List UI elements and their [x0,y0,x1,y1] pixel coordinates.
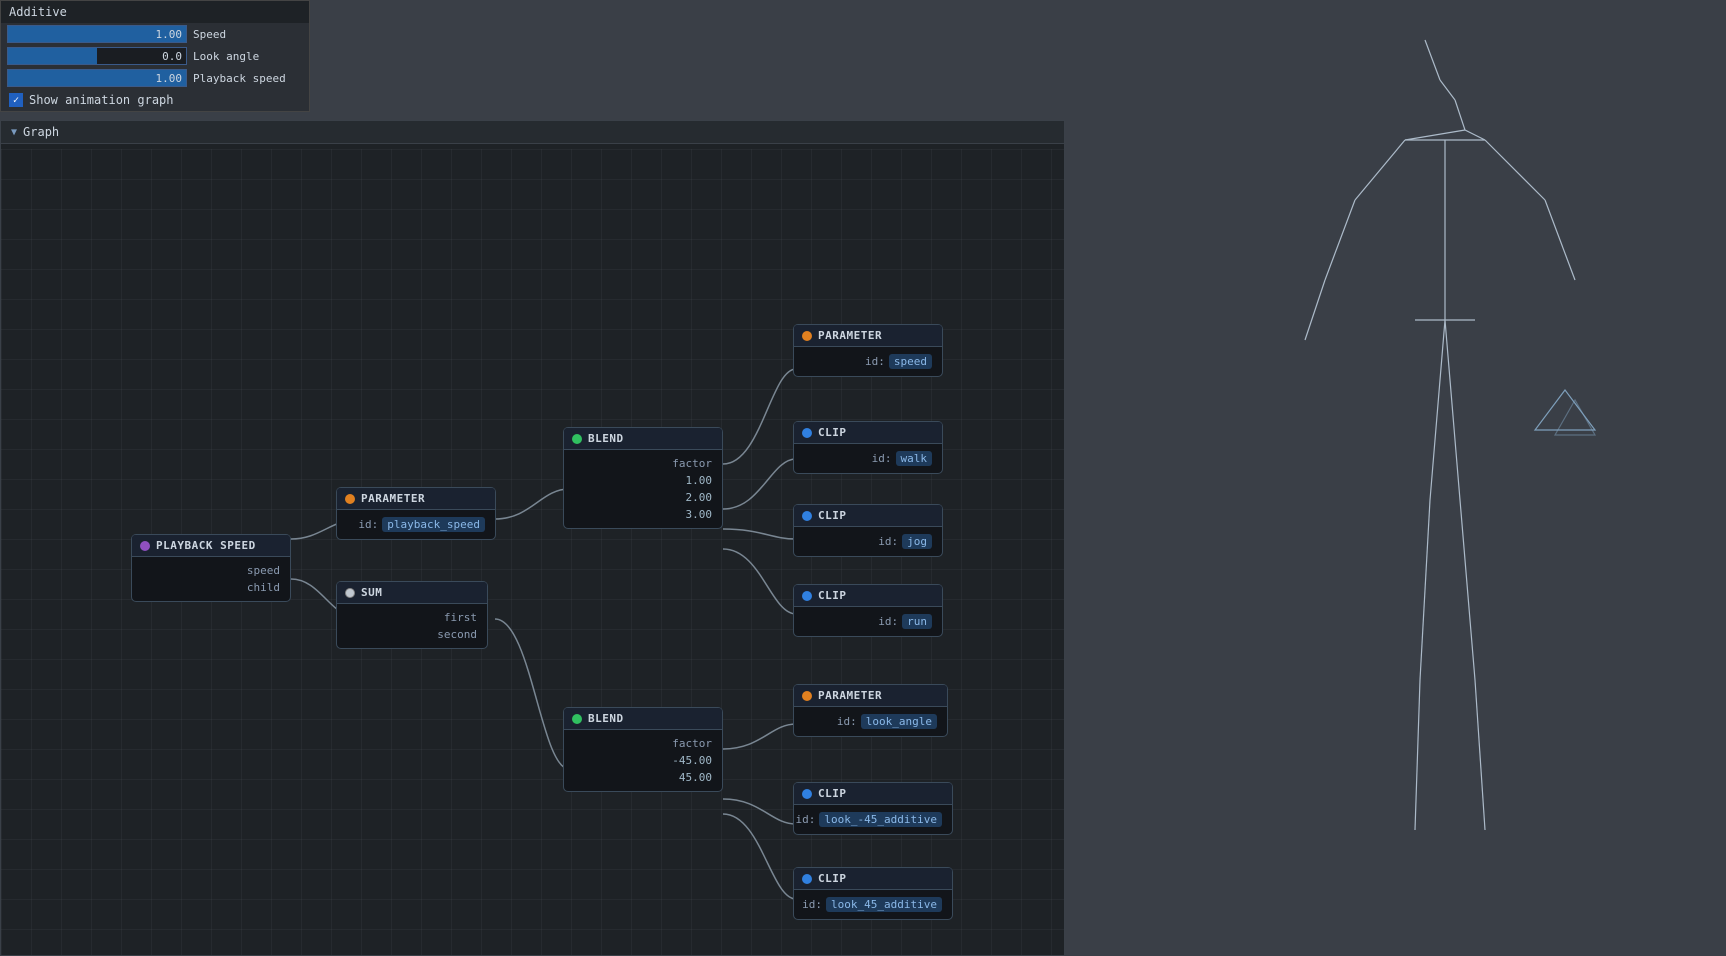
clip-jog-id-value: jog [902,534,932,549]
blend1-body: factor 1.00 2.00 3.00 [564,450,722,528]
playback-speed-header: PLAYBACK SPEED [132,535,290,557]
child-output: child [142,579,280,596]
clip-look-neg45-id-field: id: look_-45_additive [804,810,942,829]
show-anim-graph-checkbox[interactable]: ✓ [9,93,23,107]
parameter-ps-dot [345,494,355,504]
clip-jog-id-field: id: jog [804,532,932,551]
clip-look-neg45-id-value: look_-45_additive [819,812,942,827]
speed-slider[interactable]: 1.00 [7,25,187,43]
clip-look-neg45-node[interactable]: CLIP id: look_-45_additive [793,782,953,835]
blend1-header: BLEND [564,428,722,450]
playback-speed-label: Playback speed [193,72,303,85]
parameter-speed-body: id: speed [794,347,942,376]
clip-look-neg45-dot [802,789,812,799]
look-angle-label: Look angle [193,50,303,63]
clip-run-id-value: run [902,614,932,629]
blend2-header: BLEND [564,708,722,730]
clip-look-pos45-body: id: look_45_additive [794,890,952,919]
parameter-ps-id-value: playback_speed [382,517,485,532]
blend1-node[interactable]: BLEND factor 1.00 2.00 3.00 [563,427,723,529]
clip-jog-node[interactable]: CLIP id: jog [793,504,943,557]
clip-look-neg45-body: id: look_-45_additive [794,805,952,834]
sum-dot [345,588,355,598]
graph-header: ▼ Graph [1,121,1064,144]
speed-output: speed [142,562,280,579]
parameter-la-id-value: look_angle [861,714,937,729]
clip-run-body: id: run [794,607,942,636]
clip-walk-id-value: walk [896,451,933,466]
blend2-dot [572,714,582,724]
blend2-body: factor -45.00 45.00 [564,730,722,791]
clip-look-pos45-header: CLIP [794,868,952,890]
clip-look-pos45-id-field: id: look_45_additive [804,895,942,914]
look-angle-slider[interactable]: 0.0 [7,47,187,65]
character-view [1065,0,1726,956]
clip-run-id-field: id: run [804,612,932,631]
graph-canvas: PLAYBACK SPEED speed child PARAMETER id: [1,149,1064,955]
clip-jog-body: id: jog [794,527,942,556]
clip-run-header: CLIP [794,585,942,607]
parameter-playback-speed-header: PARAMETER [337,488,495,510]
clip-walk-header: CLIP [794,422,942,444]
skeleton-svg [1065,0,1726,956]
clip-look-pos45-node[interactable]: CLIP id: look_45_additive [793,867,953,920]
parameter-speed-header: PARAMETER [794,325,942,347]
clip-walk-body: id: walk [794,444,942,473]
top-panel: Additive 1.00 Speed 0.0 Look angle 1.00 … [0,0,310,112]
parameter-speed-node[interactable]: PARAMETER id: speed [793,324,943,377]
clip-walk-dot [802,428,812,438]
playback-speed-slider[interactable]: 1.00 [7,69,187,87]
graph-chevron-icon: ▼ [11,127,17,138]
speed-param-row: 1.00 Speed [1,23,309,45]
clip-run-node[interactable]: CLIP id: run [793,584,943,637]
parameter-ps-body: id: playback_speed [337,510,495,539]
speed-value: 1.00 [8,28,186,41]
top-panel-title: Additive [1,1,309,23]
playback-speed-body: speed child [132,557,290,601]
parameter-la-id-field: id: look_angle [804,712,937,731]
sum-first: first [347,609,477,626]
clip-walk-id-field: id: walk [804,449,932,468]
clip-run-dot [802,591,812,601]
blend2-factor: factor [574,735,712,752]
parameter-speed-id-field: id: speed [804,352,932,371]
parameter-playback-speed-node[interactable]: PARAMETER id: playback_speed [336,487,496,540]
sum-header: SUM [337,582,487,604]
clip-jog-dot [802,511,812,521]
show-anim-graph-row[interactable]: ✓ Show animation graph [1,89,309,111]
blend2-node[interactable]: BLEND factor -45.00 45.00 [563,707,723,792]
sum-body: first second [337,604,487,648]
blend1-dot [572,434,582,444]
graph-title: Graph [23,125,59,139]
parameter-ps-id-field: id: playback_speed [347,515,485,534]
playback-speed-node[interactable]: PLAYBACK SPEED speed child [131,534,291,602]
sum-second: second [347,626,477,643]
show-anim-graph-label: Show animation graph [29,93,174,107]
blend1-factor: factor [574,455,712,472]
playback-speed-dot [140,541,150,551]
sum-node[interactable]: SUM first second [336,581,488,649]
playback-speed-param-row: 1.00 Playback speed [1,67,309,89]
parameter-look-angle-node[interactable]: PARAMETER id: look_angle [793,684,948,737]
parameter-la-body: id: look_angle [794,707,947,736]
look-angle-value: 0.0 [8,50,186,63]
clip-look-pos45-dot [802,874,812,884]
parameter-speed-dot [802,331,812,341]
clip-look-neg45-header: CLIP [794,783,952,805]
parameter-speed-id-value: speed [889,354,932,369]
clip-jog-header: CLIP [794,505,942,527]
parameter-la-dot [802,691,812,701]
playback-speed-value: 1.00 [8,72,186,85]
parameter-look-angle-header: PARAMETER [794,685,947,707]
look-angle-param-row: 0.0 Look angle [1,45,309,67]
clip-look-pos45-id-value: look_45_additive [826,897,942,912]
clip-walk-node[interactable]: CLIP id: walk [793,421,943,474]
speed-label: Speed [193,28,303,41]
graph-panel: ▼ Graph [0,120,1065,956]
